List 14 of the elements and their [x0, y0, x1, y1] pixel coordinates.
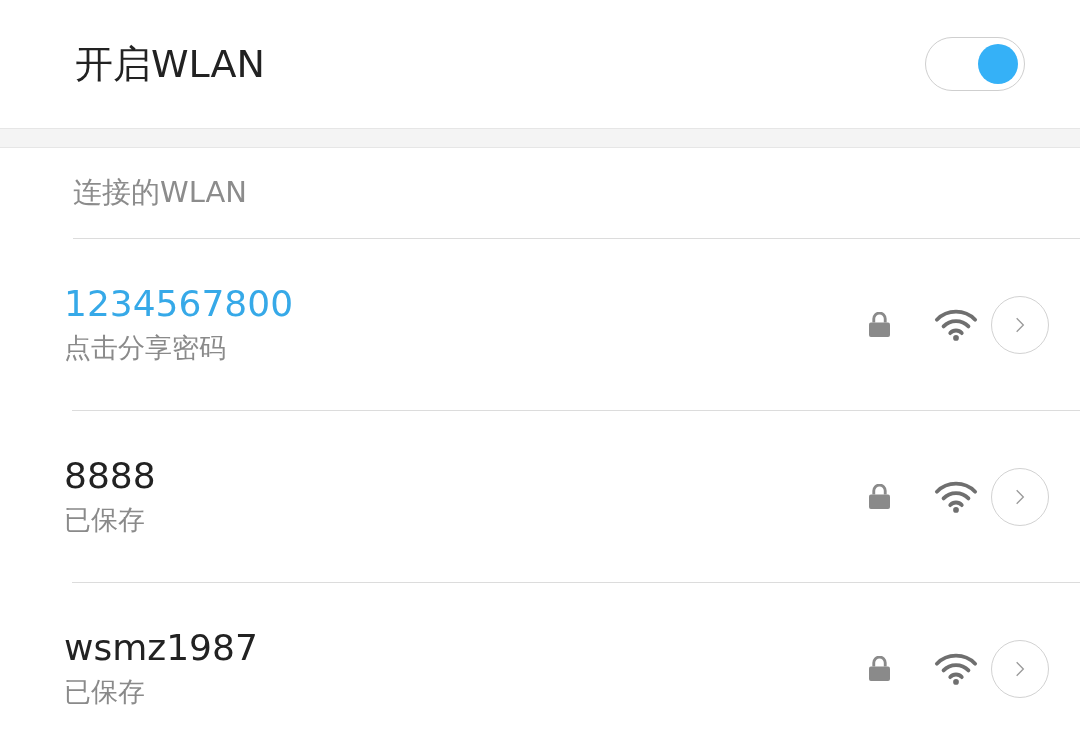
- network-status: 已保存: [64, 675, 145, 709]
- network-name[interactable]: 8888: [64, 455, 156, 496]
- network-status: 已保存: [64, 503, 145, 537]
- wifi-signal-icon: [934, 652, 978, 685]
- chevron-icon: [1015, 487, 1025, 506]
- chevron-icon: [1015, 659, 1025, 678]
- wlan-label: 开启WLAN: [75, 40, 266, 88]
- wlan-toggle[interactable]: [925, 37, 1025, 91]
- network-name[interactable]: wsmz1987: [64, 627, 258, 668]
- wifi-signal-icon: [934, 308, 978, 341]
- network-status: 点击分享密码: [64, 331, 226, 365]
- wifi-signal-icon: [934, 480, 978, 513]
- section-title: 连接的WLAN: [73, 174, 248, 211]
- chevron-icon: [1015, 315, 1025, 334]
